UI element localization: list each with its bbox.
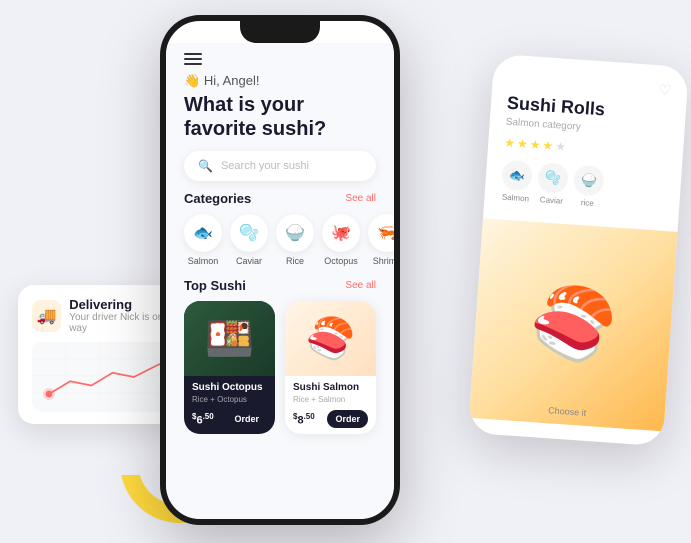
star-3: ★ — [529, 137, 541, 152]
main-phone: 👋 Hi, Angel! What is your favorite sushi… — [160, 15, 400, 525]
greeting-section: 👋 Hi, Angel! What is your favorite sushi… — [166, 65, 394, 141]
sushi-card-octopus[interactable]: 🍱 Sushi Octopus Rice + Octopus $6.50 Ord… — [184, 301, 275, 434]
chip-rice: 🍚 rice — [572, 164, 605, 208]
chip-rice-label: rice — [581, 198, 594, 208]
sushi-card-salmon[interactable]: 🍣 Sushi Salmon Rice + Salmon $8.50 Order — [285, 301, 376, 434]
category-octopus-label: Octopus — [324, 256, 358, 266]
sushi-salmon-footer: $8.50 Order — [293, 410, 368, 428]
chip-caviar-icon: 🫧 — [537, 162, 569, 194]
top-sushi-header: Top Sushi See all — [166, 278, 394, 293]
sushi-salmon-image: 🍣 — [285, 301, 376, 376]
category-salmon[interactable]: 🐟 Salmon — [184, 214, 222, 266]
category-salmon-label: Salmon — [188, 256, 219, 266]
chip-salmon-icon: 🐟 — [501, 159, 533, 191]
star-5: ★ — [555, 139, 567, 154]
sushi-octopus-price: $6.50 — [192, 412, 214, 427]
menu-line-3 — [184, 63, 202, 65]
category-rice-icon: 🍚 — [276, 214, 314, 252]
sushi-salmon-info: Sushi Salmon Rice + Salmon $8.50 Order — [285, 376, 376, 434]
star-1: ★ — [504, 135, 516, 150]
menu-icon[interactable] — [184, 53, 202, 65]
menu-line-1 — [184, 53, 202, 55]
categories-title: Categories — [184, 191, 251, 206]
category-caviar-label: Caviar — [236, 256, 262, 266]
choose-it-label: Choose it — [548, 405, 587, 418]
chip-salmon-label: Salmon — [502, 192, 530, 203]
search-placeholder-text: Search your sushi — [221, 160, 309, 172]
chip-caviar: 🫧 Caviar — [536, 162, 569, 206]
card-top-section: ♡ Sushi Rolls Salmon category ★ ★ ★ ★ ★ … — [483, 54, 689, 232]
category-octopus-icon: 🐙 — [322, 214, 360, 252]
delivery-icon: 🚚 — [32, 300, 61, 332]
sushi-cards-row: 🍱 Sushi Octopus Rice + Octopus $6.50 Ord… — [166, 301, 394, 434]
category-rice[interactable]: 🍚 Rice — [276, 214, 314, 266]
sushi-salmon-order-button[interactable]: Order — [327, 410, 368, 428]
phone-header — [166, 43, 394, 65]
category-octopus[interactable]: 🐙 Octopus — [322, 214, 360, 266]
category-shrimp-label: Shrimp — [373, 256, 394, 266]
phone-screen: 👋 Hi, Angel! What is your favorite sushi… — [166, 43, 394, 519]
sushi-octopus-footer: $6.50 Order — [192, 410, 267, 428]
sushi-octopus-sub: Rice + Octopus — [192, 395, 267, 404]
star-4: ★ — [542, 138, 554, 153]
category-caviar-icon: 🫧 — [230, 214, 268, 252]
categories-row: 🐟 Salmon 🫧 Caviar 🍚 Rice 🐙 Octopus 🦐 Shr… — [166, 214, 394, 266]
sushi-octopus-info: Sushi Octopus Rice + Octopus $6.50 Order — [184, 376, 275, 434]
category-shrimp[interactable]: 🦐 Shrimp — [368, 214, 394, 266]
category-caviar[interactable]: 🫧 Caviar — [230, 214, 268, 266]
chip-rice-icon: 🍚 — [573, 164, 605, 196]
category-salmon-icon: 🐟 — [184, 214, 222, 252]
phone-notch — [240, 21, 320, 43]
chip-salmon: 🐟 Salmon — [500, 159, 533, 203]
sushi-salmon-sub: Rice + Salmon — [293, 395, 368, 404]
product-card: ♡ Sushi Rolls Salmon category ★ ★ ★ ★ ★ … — [468, 54, 689, 447]
categories-header: Categories See all — [166, 191, 394, 206]
chip-caviar-label: Caviar — [540, 195, 564, 206]
search-icon: 🔍 — [198, 159, 213, 173]
sushi-octopus-order-button[interactable]: Order — [226, 410, 267, 428]
greeting-title: What is your favorite sushi? — [184, 93, 376, 141]
sushi-roll-emoji: 🍣 — [527, 281, 620, 369]
category-rice-label: Rice — [286, 256, 304, 266]
ingredient-chips: 🐟 Salmon 🫧 Caviar 🍚 rice — [500, 159, 666, 212]
star-2: ★ — [517, 136, 529, 151]
star-rating: ★ ★ ★ ★ ★ — [504, 135, 668, 160]
greeting-wave: 👋 Hi, Angel! — [184, 73, 376, 89]
sushi-octopus-image: 🍱 — [184, 301, 275, 376]
sushi-octopus-name: Sushi Octopus — [192, 382, 267, 393]
categories-see-all[interactable]: See all — [345, 193, 376, 204]
search-bar[interactable]: 🔍 Search your sushi — [184, 151, 376, 181]
category-shrimp-icon: 🦐 — [368, 214, 394, 252]
menu-line-2 — [184, 58, 202, 60]
top-sushi-see-all[interactable]: See all — [345, 280, 376, 291]
top-sushi-title: Top Sushi — [184, 278, 246, 293]
sushi-salmon-name: Sushi Salmon — [293, 382, 368, 393]
product-sushi-image: 🍣 Choose it — [469, 218, 677, 431]
sushi-salmon-price: $8.50 — [293, 412, 315, 427]
